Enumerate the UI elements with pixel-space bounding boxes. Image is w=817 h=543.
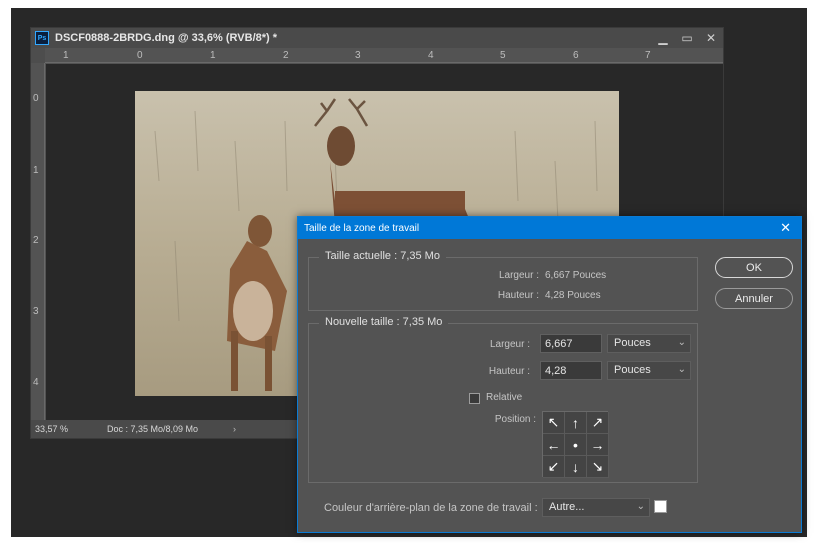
close-icon[interactable]: ✕ <box>780 220 791 236</box>
new-width-label: Largeur : <box>489 339 530 350</box>
ruler-tick: 7 <box>645 50 651 61</box>
anchor-right[interactable]: → <box>587 434 609 456</box>
chevron-right-icon[interactable]: › <box>233 424 236 434</box>
anchor-top-right[interactable]: ↗ <box>587 412 609 434</box>
document-title-bar[interactable]: Ps DSCF0888-2BRDG.dng @ 33,6% (RVB/8*) *… <box>31 28 723 48</box>
ruler-tick: 2 <box>283 50 289 61</box>
ruler-tick: 1 <box>210 50 216 61</box>
vertical-ruler[interactable]: 0 1 2 3 4 <box>31 63 45 421</box>
canvas-size-dialog: Taille de la zone de travail ✕ Taille ac… <box>297 216 802 533</box>
dialog-title: Taille de la zone de travail <box>304 222 420 234</box>
current-height-value: 4,28 Pouces <box>545 290 601 301</box>
ok-button[interactable]: OK <box>715 257 793 278</box>
anchor-center[interactable]: • <box>565 434 587 456</box>
relative-label[interactable]: Relative <box>486 392 522 403</box>
position-label: Position : <box>494 414 536 425</box>
ruler-tick: 4 <box>428 50 434 61</box>
width-input[interactable] <box>540 334 602 353</box>
background-color-value: Autre... <box>549 501 585 513</box>
chevron-down-icon: ⌄ <box>677 337 686 348</box>
height-unit-select[interactable]: Pouces ⌄ <box>607 361 691 380</box>
new-height-label: Hauteur : <box>488 366 530 377</box>
anchor-top[interactable]: ↑ <box>565 412 587 434</box>
horizontal-ruler[interactable]: 1 0 1 2 3 4 5 6 7 <box>45 48 723 63</box>
close-icon[interactable]: ✕ <box>699 28 723 48</box>
height-input[interactable] <box>540 361 602 380</box>
restore-icon[interactable]: ▭ <box>675 28 699 48</box>
anchor-top-left[interactable]: ↖ <box>543 412 565 434</box>
ruler-tick: 1 <box>63 50 69 61</box>
chevron-down-icon: ⌄ <box>636 501 645 512</box>
ruler-tick: 3 <box>355 50 361 61</box>
background-color-select[interactable]: Autre... ⌄ <box>542 498 650 517</box>
zoom-level[interactable]: 33,57 % <box>35 424 95 434</box>
height-unit-value: Pouces <box>614 364 651 376</box>
anchor-left[interactable]: ← <box>543 434 565 456</box>
anchor-bottom[interactable]: ↓ <box>565 456 587 478</box>
ruler-tick: 4 <box>33 377 39 388</box>
current-size-group: Taille actuelle : 7,35 Mo Largeur : 6,66… <box>308 250 698 311</box>
dialog-title-bar[interactable]: Taille de la zone de travail ✕ <box>298 217 801 239</box>
document-title: DSCF0888-2BRDG.dng @ 33,6% (RVB/8*) * <box>55 32 278 44</box>
ruler-tick: 0 <box>33 93 39 104</box>
width-unit-value: Pouces <box>614 337 651 349</box>
window-controls: ▁ ▭ ✕ <box>651 28 723 48</box>
background-color-swatch[interactable] <box>654 500 667 513</box>
anchor-bottom-left[interactable]: ↙ <box>543 456 565 478</box>
relative-checkbox[interactable] <box>469 393 480 404</box>
document-info: Doc : 7,35 Mo/8,09 Mo <box>107 424 199 434</box>
ruler-tick: 3 <box>33 306 39 317</box>
new-size-legend: Nouvelle taille : 7,35 Mo <box>319 316 449 328</box>
ruler-tick: 0 <box>137 50 143 61</box>
ruler-tick: 2 <box>33 235 39 246</box>
width-unit-select[interactable]: Pouces ⌄ <box>607 334 691 353</box>
background-color-label: Couleur d'arrière-plan de la zone de tra… <box>324 502 538 514</box>
ruler-tick: 5 <box>500 50 506 61</box>
anchor-bottom-right[interactable]: ↘ <box>587 456 609 478</box>
current-size-legend: Taille actuelle : 7,35 Mo <box>319 250 446 262</box>
ruler-tick: 6 <box>573 50 579 61</box>
minimize-icon[interactable]: ▁ <box>651 28 675 48</box>
anchor-grid: ↖ ↑ ↗ ← • → ↙ ↓ ↘ <box>542 411 609 478</box>
ruler-corner[interactable] <box>31 48 45 63</box>
current-width-value: 6,667 Pouces <box>545 270 607 281</box>
ruler-tick: 1 <box>33 165 39 176</box>
chevron-down-icon: ⌄ <box>677 364 686 375</box>
photoshop-icon: Ps <box>35 31 49 45</box>
cancel-button[interactable]: Annuler <box>715 288 793 309</box>
current-width-label: Largeur : <box>498 270 539 281</box>
current-height-label: Hauteur : <box>497 290 539 301</box>
